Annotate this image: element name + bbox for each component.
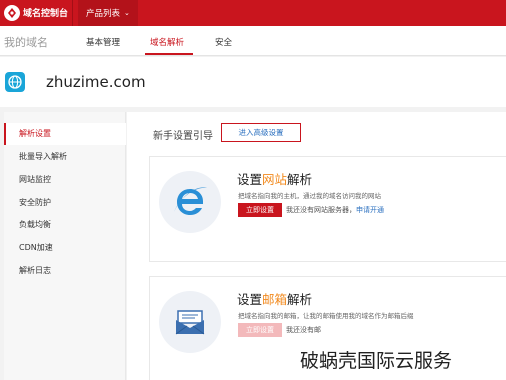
mail-icon (159, 291, 221, 353)
domain-name: zhuzime.com (46, 73, 146, 91)
console-title: 域名控制台 (23, 9, 69, 19)
sidebar: 解析设置 批量导入解析 网站监控 安全防护 负载均衡 CDN加速 解析日志 (4, 112, 126, 380)
tab-basic-management[interactable]: 基本管理 (86, 36, 120, 48)
product-list-label: 产品列表 (86, 9, 121, 19)
mail-note: 我还没有邮 (286, 326, 321, 334)
sidebar-item-dns-settings[interactable]: 解析设置 (4, 123, 126, 145)
domain-header: zhuzime.com (0, 57, 506, 107)
active-tab-indicator (145, 53, 193, 55)
advanced-settings-link[interactable]: 进入高级设置 (221, 123, 301, 142)
sidebar-item-cdn[interactable]: CDN加速 (4, 237, 126, 259)
logo-icon (4, 5, 20, 21)
sidebar-item-dns-log[interactable]: 解析日志 (4, 260, 126, 282)
sidebar-item-load-balancing[interactable]: 负载均衡 (4, 214, 126, 236)
globe-icon (5, 72, 25, 92)
chevron-down-icon: ⌄ (124, 9, 130, 17)
guide-title: 新手设置引导 (153, 131, 213, 142)
product-list-menu[interactable]: 产品列表 ⌄ (78, 0, 138, 26)
sub-nav: 我的域名 基本管理 域名解析 安全 (0, 26, 506, 56)
card-title: 设置邮箱解析 (237, 292, 313, 307)
sidebar-item-security-protection[interactable]: 安全防护 (4, 192, 126, 214)
tab-dns-resolution[interactable]: 域名解析 (150, 36, 184, 48)
card-title: 设置网站解析 (237, 172, 313, 187)
apply-link[interactable]: 申请开通 (356, 206, 384, 214)
tab-security[interactable]: 安全 (215, 36, 232, 48)
topbar-divider (72, 0, 73, 26)
server-note: 我还没有网站服务器，申请开通 (286, 206, 384, 214)
browser-icon (159, 171, 221, 233)
website-dns-card: 设置网站解析 把域名指向我的主机，通过我的域名访问我的网站 立即设置 我还没有网… (149, 156, 506, 262)
main-content: 新手设置引导 进入高级设置 设置网站解析 把域名指向我的主机，通过我的域名访问我… (127, 112, 506, 380)
card-description: 把域名指向我的主机，通过我的域名访问我的网站 (238, 192, 381, 200)
card-description: 把域名指向我的邮箱，让我的邮箱使用我的域名作为邮箱后缀 (238, 312, 414, 320)
sidebar-item-batch-import[interactable]: 批量导入解析 (4, 146, 126, 168)
setup-now-button[interactable]: 立即设置 (238, 323, 282, 337)
setup-now-button[interactable]: 立即设置 (238, 203, 282, 217)
section-title: 我的域名 (4, 36, 48, 49)
watermark-text: 破蜗壳国际云服务 (300, 350, 453, 372)
top-bar: 域名控制台 产品列表 ⌄ (0, 0, 506, 26)
sidebar-item-site-monitor[interactable]: 网站监控 (4, 169, 126, 191)
